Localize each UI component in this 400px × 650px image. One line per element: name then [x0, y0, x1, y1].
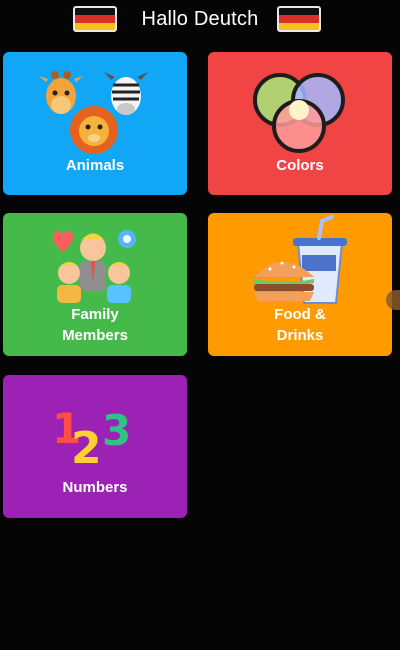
header: Hallo Deutch: [0, 0, 400, 40]
category-family-members-card[interactable]: Family Members: [3, 213, 187, 356]
edge-handle[interactable]: [386, 290, 400, 310]
german-flag-icon: [73, 6, 117, 32]
app-title: Hallo Deutch: [141, 8, 259, 30]
category-label: Numbers: [62, 479, 128, 496]
category-label-line-2: Members: [62, 327, 128, 344]
category-label-line-2: Drinks: [276, 327, 324, 344]
svg-text:3: 3: [102, 406, 131, 455]
german-flag-icon: [277, 6, 321, 32]
category-animals-card[interactable]: Animals: [3, 52, 187, 195]
category-food-drinks-card[interactable]: Food & Drinks: [208, 213, 392, 356]
svg-text:2: 2: [71, 423, 102, 474]
category-label-line-1: Food &: [274, 306, 326, 323]
category-colors-card[interactable]: Colors: [208, 52, 392, 195]
category-label: Colors: [276, 157, 324, 174]
category-label-line-1: Family: [71, 306, 119, 323]
category-label: Animals: [65, 157, 125, 174]
category-numbers-card[interactable]: 1 2 3 Numbers: [3, 375, 187, 518]
